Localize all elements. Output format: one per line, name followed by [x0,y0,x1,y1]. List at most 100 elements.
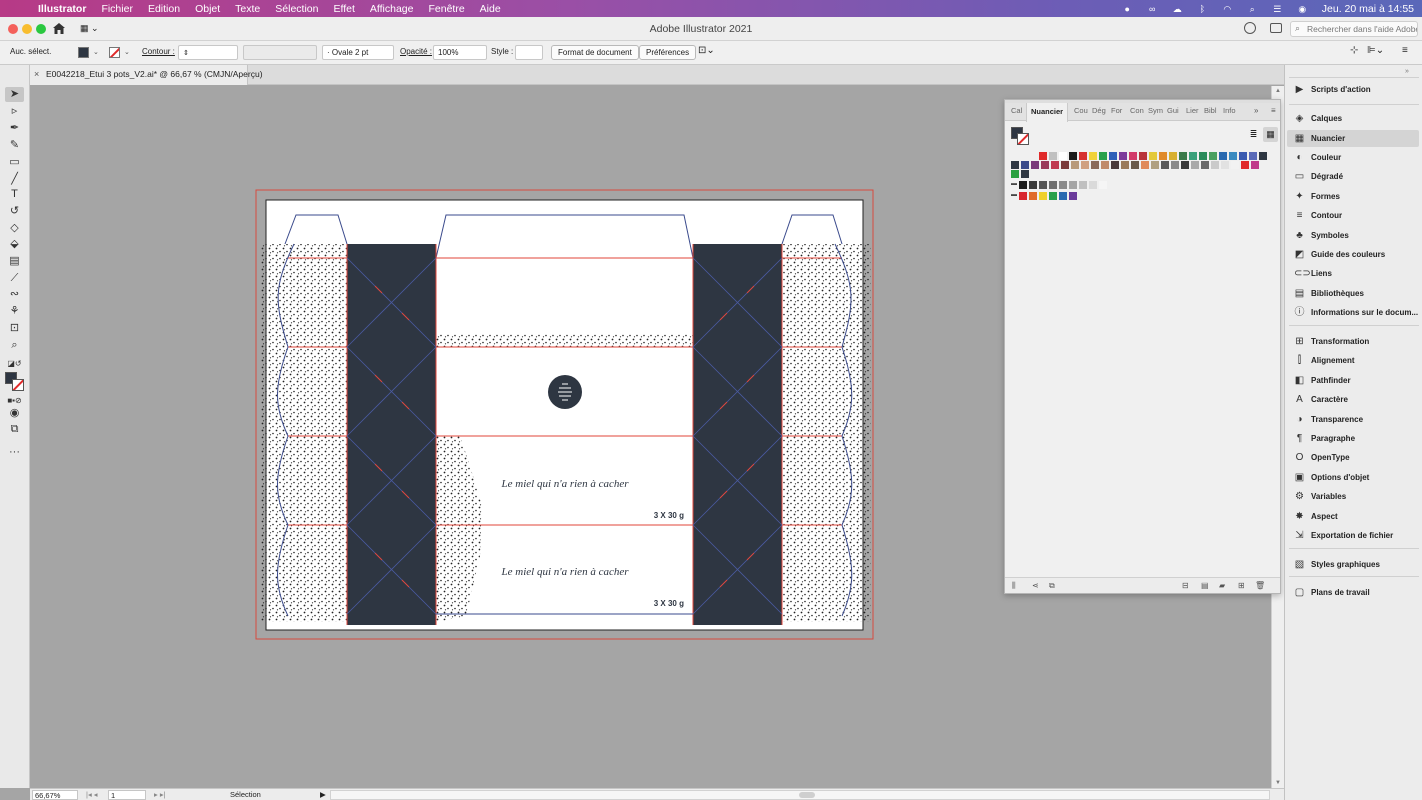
dock-item-caractere[interactable]: A Caractère [1287,391,1419,408]
menu-app-name[interactable]: Illustrator [38,3,86,15]
color-swatch[interactable] [1101,161,1109,169]
color-swatch[interactable] [1011,161,1019,169]
creative-cloud-icon[interactable]: ∞ [1147,4,1158,14]
tab-bibliotheques[interactable]: Bibl [1204,106,1219,115]
color-swatch[interactable] [1109,152,1117,160]
tab-calques[interactable]: Cal [1011,106,1025,115]
tab-nuancier[interactable]: Nuancier [1026,103,1069,122]
color-swatch[interactable] [1179,152,1187,160]
zoom-level-select[interactable]: 66,67% [32,790,78,800]
transform-icon[interactable]: ⊹ [1350,45,1358,56]
swap-colors-icon[interactable]: ◪↺ [5,356,24,371]
color-swatch[interactable] [1141,161,1149,169]
more-tools-icon[interactable]: ··· [5,445,24,460]
swatch-settings-icon[interactable]: ▤ [1201,581,1209,590]
cloud-icon[interactable]: ☁ [1172,4,1183,14]
gradient-tool-icon[interactable]: ▤ [5,254,24,269]
fill-color-swatch[interactable] [78,47,89,58]
artboard-number-select[interactable]: 1 [108,790,146,800]
grid-view-icon[interactable]: ▦ [1263,127,1278,142]
color-swatch[interactable] [1201,161,1209,169]
dock-item-pathfinder[interactable]: ◧ Pathfinder [1287,372,1419,389]
color-swatch[interactable] [1079,181,1087,189]
color-swatch[interactable] [1149,152,1157,160]
document-tab[interactable]: × E0042218_Etui 3 pots_V2.ai* @ 66,67 % … [30,65,263,85]
curvature-tool-icon[interactable]: ✎ [5,138,24,153]
color-swatch[interactable] [1131,161,1139,169]
color-swatch[interactable] [1079,152,1087,160]
color-swatch[interactable] [1049,152,1057,160]
zoom-tool-icon[interactable]: ⌕ [5,338,24,353]
dock-item-exportation-de-fichier[interactable]: ⇲ Exportation de fichier [1287,527,1419,544]
stroke-color-icon[interactable] [12,379,24,391]
symbol-sprayer-tool-icon[interactable]: ⚘ [5,304,24,319]
scroll-down-icon[interactable]: ▼ [1275,780,1281,786]
color-swatch[interactable] [1039,181,1047,189]
color-swatch[interactable] [1049,181,1057,189]
variable-width-select[interactable] [243,45,317,60]
pen-tool-icon[interactable]: ✒ [5,121,24,136]
color-swatch[interactable] [1019,192,1027,200]
stroke-weight-field[interactable]: ⇕ [178,45,238,60]
dock-item-aspect[interactable]: ✸ Aspect [1287,508,1419,525]
tab-formes[interactable]: For [1111,106,1125,115]
menu-affichage[interactable]: Affichage [370,3,414,15]
color-swatch[interactable] [1119,152,1127,160]
record-icon[interactable]: ● [1122,4,1133,14]
dock-item-alignement[interactable]: ⫿ Alignement [1287,352,1419,369]
color-swatch[interactable] [1081,161,1089,169]
spotlight-search-icon[interactable]: ⌕ [1247,4,1258,14]
slogan-text-1[interactable]: Le miel qui n'a rien à cacher [501,478,630,490]
control-center-icon[interactable]: ☰ [1272,4,1283,14]
dock-item-transformation[interactable]: ⊞ Transformation [1287,333,1419,350]
swatch-kind-icon[interactable]: ⋖ [1032,581,1039,590]
color-swatch[interactable] [1059,192,1067,200]
menu-edition[interactable]: Edition [148,3,180,15]
menu-texte[interactable]: Texte [235,3,260,15]
dock-item-opentype[interactable]: O OpenType [1287,449,1419,466]
dock-item-calques[interactable]: ◈ Calques [1287,110,1419,127]
color-swatch[interactable] [1239,152,1247,160]
weight-text-2[interactable]: 3 X 30 g [654,599,684,608]
color-swatch[interactable] [1111,161,1119,169]
rectangle-tool-icon[interactable]: ▭ [5,155,24,170]
color-swatch[interactable] [1209,152,1217,160]
dock-item-couleur[interactable]: ◐ Couleur [1287,149,1419,166]
menu-aide[interactable]: Aide [480,3,501,15]
direct-selection-tool-icon[interactable]: ▹ [5,104,24,119]
opacity-label[interactable]: Opacité : [400,47,432,56]
siri-icon[interactable]: ◉ [1297,4,1308,14]
color-swatch[interactable] [1011,170,1019,178]
brush-select[interactable]: · Ovale 2 pt [322,45,394,60]
menu-objet[interactable]: Objet [195,3,220,15]
color-swatch[interactable] [1161,161,1169,169]
draw-mode-icon[interactable]: ◉ [5,406,24,421]
align-icon[interactable]: ⊫⌄ [1367,45,1384,56]
rotate-tool-icon[interactable]: ↺ [5,204,24,219]
more-tabs-icon[interactable]: » [1254,106,1258,115]
current-tool-status[interactable]: Sélection [230,790,261,799]
color-swatch[interactable] [1021,161,1029,169]
dock-item-formes[interactable]: ✦ Formes [1287,188,1419,205]
help-search-input[interactable]: ⌕ Rechercher dans l'aide Adobe [1290,21,1418,37]
tab-couleur[interactable]: Cou [1074,106,1088,115]
color-swatch[interactable] [1059,152,1067,160]
color-swatch[interactable] [1061,161,1069,169]
color-swatch[interactable] [1039,192,1047,200]
color-swatch[interactable] [1029,192,1037,200]
dock-item-options-d-objet[interactable]: ▣ Options d'objet [1287,469,1419,486]
scroll-up-icon[interactable]: ▲ [1275,88,1281,94]
color-swatch[interactable] [1249,152,1257,160]
tab-info[interactable]: Info [1223,106,1239,115]
stroke-color-swatch[interactable] [109,47,120,58]
dock-item-paragraphe[interactable]: ¶ Paragraphe [1287,430,1419,447]
color-swatch[interactable] [1231,161,1239,169]
color-swatch[interactable] [1089,181,1097,189]
weight-text-1[interactable]: 3 X 30 g [654,511,684,520]
color-swatch[interactable] [1139,152,1147,160]
artboard-tool-icon[interactable]: ⊡ [5,321,24,336]
color-swatch[interactable] [1221,161,1229,169]
tab-liens[interactable]: Lier [1186,106,1200,115]
color-swatch[interactable] [1029,181,1037,189]
dock-item-degrade[interactable]: ▭ Dégradé [1287,168,1419,185]
